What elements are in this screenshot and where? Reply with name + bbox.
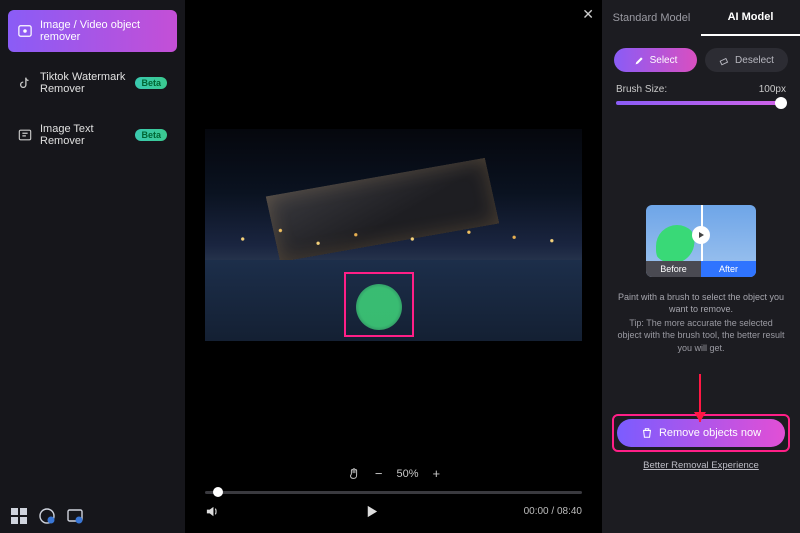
cta-highlight-box: Remove objects now: [612, 414, 790, 452]
windows-start-icon[interactable]: [10, 507, 28, 525]
tool-object-remover[interactable]: Image / Video object remover: [8, 10, 177, 52]
object-remover-icon: [18, 24, 32, 38]
remove-icon: [641, 427, 653, 439]
taskbar-app-icon[interactable]: [66, 507, 84, 525]
taskbar: [10, 507, 84, 525]
hint-text: Paint with a brush to select the object …: [602, 285, 800, 317]
close-icon[interactable]: ✕: [582, 6, 594, 23]
remove-objects-button[interactable]: Remove objects now: [617, 419, 785, 447]
model-tabs: Standard Model AI Model: [602, 0, 800, 36]
taskbar-app-icon[interactable]: [38, 507, 56, 525]
time-display: 00:00 / 08:40: [524, 506, 582, 517]
tool-label: Image Text Remover: [40, 123, 127, 147]
play-button[interactable]: [364, 504, 379, 519]
hint-tip: Tip: The more accurate the selected obje…: [602, 317, 800, 353]
zoom-out-button[interactable]: −: [375, 466, 383, 481]
eraser-icon: [719, 55, 730, 66]
tiktok-icon: [18, 76, 32, 90]
beta-badge: Beta: [135, 77, 167, 89]
hand-tool-icon[interactable]: [347, 467, 361, 481]
tab-standard-model[interactable]: Standard Model: [602, 0, 701, 36]
playback-controls: 00:00 / 08:40: [185, 494, 602, 533]
beta-badge: Beta: [135, 129, 167, 141]
brush-size-row: Brush Size: 100px: [602, 80, 800, 97]
selection-highlight-box: [344, 272, 414, 337]
volume-icon[interactable]: [205, 504, 220, 519]
play-preview-icon[interactable]: [692, 226, 710, 244]
select-mode-row: Select Deselect: [602, 36, 800, 80]
zoom-in-button[interactable]: +: [433, 466, 441, 481]
sidebar: Image / Video object remover Tiktok Wate…: [0, 0, 185, 533]
right-panel: Standard Model AI Model Select Deselect …: [602, 0, 800, 533]
brush-size-label: Brush Size:: [616, 84, 667, 95]
tool-text-remover[interactable]: Image Text Remover Beta: [8, 114, 177, 156]
deselect-button[interactable]: Deselect: [705, 48, 788, 72]
zoom-controls: − 50% +: [185, 450, 602, 491]
video-frame: [205, 129, 582, 341]
select-label: Select: [650, 55, 678, 66]
preview-panel: ✕ − 50% + 00:00 / 08:40: [185, 0, 602, 533]
zoom-value: 50%: [396, 468, 418, 480]
after-label: After: [701, 261, 756, 277]
brush-icon: [634, 55, 645, 66]
better-removal-link[interactable]: Better Removal Experience: [602, 456, 800, 471]
text-remover-icon: [18, 128, 32, 142]
cta-label: Remove objects now: [659, 427, 761, 439]
select-button[interactable]: Select: [614, 48, 697, 72]
slider-thumb[interactable]: [775, 97, 787, 109]
tool-label: Image / Video object remover: [40, 19, 167, 43]
video-viewport[interactable]: [185, 0, 602, 450]
deselect-label: Deselect: [735, 55, 774, 66]
brush-size-slider[interactable]: [616, 101, 786, 105]
before-after-preview[interactable]: Before After: [646, 205, 756, 277]
timeline[interactable]: [185, 491, 602, 494]
tool-label: Tiktok Watermark Remover: [40, 71, 127, 95]
tab-ai-model[interactable]: AI Model: [701, 0, 800, 36]
tool-tiktok-remover[interactable]: Tiktok Watermark Remover Beta: [8, 62, 177, 104]
timeline-thumb[interactable]: [213, 487, 223, 497]
brush-size-value: 100px: [759, 84, 786, 95]
before-label: Before: [646, 261, 701, 277]
